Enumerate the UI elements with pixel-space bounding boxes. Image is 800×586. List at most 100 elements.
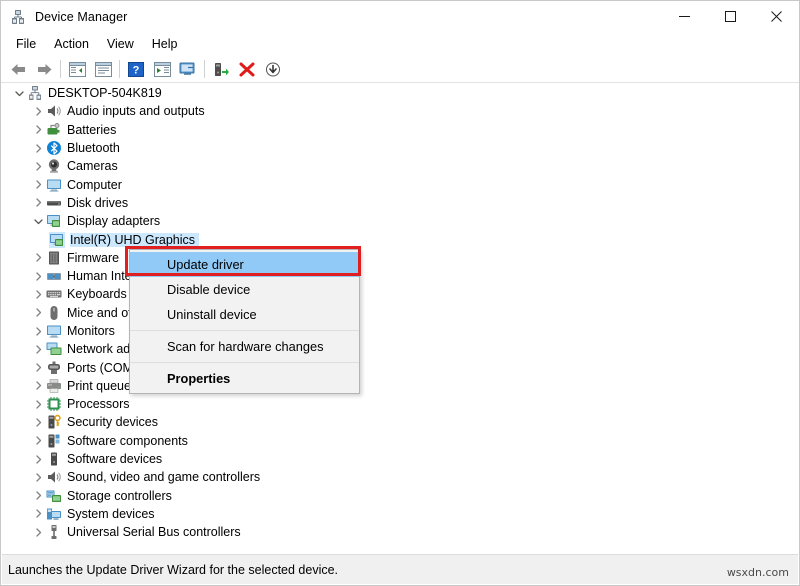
display-adapter-icon	[46, 213, 62, 229]
sidebar-item-print-queues[interactable]: Print queues	[2, 377, 798, 395]
toolbar: ?	[1, 56, 799, 83]
sidebar-item-mice[interactable]: Mice and other pointing devices	[2, 304, 798, 322]
forward-arrow-icon[interactable]	[31, 57, 57, 81]
sidebar-item-firmware[interactable]: Firmware	[2, 249, 798, 267]
chevron-right-icon[interactable]	[30, 323, 46, 339]
chevron-down-icon[interactable]	[11, 85, 27, 101]
chevron-right-icon[interactable]	[30, 469, 46, 485]
chevron-right-icon[interactable]	[30, 433, 46, 449]
tree-label: DESKTOP-504K819	[48, 86, 162, 101]
menu-bar: File Action View Help	[1, 32, 799, 56]
sidebar-item-ports[interactable]: Ports (COM & LPT)	[2, 358, 798, 376]
context-menu-item-update-driver[interactable]: Update driver	[130, 252, 359, 277]
chevron-right-icon[interactable]	[30, 177, 46, 193]
chevron-right-icon[interactable]	[30, 103, 46, 119]
sidebar-item-software-components[interactable]: Software components	[2, 432, 798, 450]
menu-help[interactable]: Help	[143, 34, 187, 54]
disable-device-icon[interactable]	[260, 57, 286, 81]
show-hide-console-tree-icon[interactable]	[64, 57, 90, 81]
sidebar-item-batteries[interactable]: Batteries	[2, 121, 798, 139]
help-icon[interactable]: ?	[123, 57, 149, 81]
sidebar-item-audio[interactable]: Audio inputs and outputs	[2, 102, 798, 120]
tree-label: Universal Serial Bus controllers	[67, 525, 241, 540]
scan-for-hardware-changes-icon[interactable]	[175, 57, 201, 81]
context-menu-item-disable-device[interactable]: Disable device	[130, 277, 359, 302]
sidebar-item-processors[interactable]: Processors	[2, 395, 798, 413]
properties-icon[interactable]	[90, 57, 116, 81]
chevron-right-icon[interactable]	[30, 305, 46, 321]
chevron-down-icon[interactable]	[30, 213, 46, 229]
sidebar-item-display-adapters[interactable]: Display adapters	[2, 212, 798, 230]
sidebar-item-bluetooth[interactable]: Bluetooth	[2, 139, 798, 157]
chevron-right-icon[interactable]	[30, 341, 46, 357]
chevron-right-icon[interactable]	[30, 268, 46, 284]
menu-view[interactable]: View	[98, 34, 143, 54]
tree-label: Cameras	[67, 159, 118, 174]
tree-row-root[interactable]: DESKTOP-504K819	[2, 84, 798, 102]
sidebar-item-keyboards[interactable]: Keyboards	[2, 285, 798, 303]
menu-file[interactable]: File	[7, 34, 45, 54]
chevron-right-icon[interactable]	[30, 524, 46, 540]
display-adapter-icon	[49, 231, 65, 248]
maximize-icon[interactable]	[707, 1, 753, 32]
update-driver-icon[interactable]	[208, 57, 234, 81]
firmware-icon	[46, 250, 62, 266]
software-component-icon	[46, 433, 62, 449]
sidebar-item-cameras[interactable]: Cameras	[2, 157, 798, 175]
device-tree[interactable]: DESKTOP-504K819 Audio inputs and outputs…	[2, 84, 798, 556]
chevron-right-icon[interactable]	[30, 250, 46, 266]
chevron-right-icon[interactable]	[30, 360, 46, 376]
context-menu[interactable]: Update driver Disable device Uninstall d…	[129, 249, 360, 394]
toolbar-separator	[204, 60, 205, 78]
chevron-right-icon[interactable]	[30, 158, 46, 174]
sidebar-item-monitors[interactable]: Monitors	[2, 322, 798, 340]
printer-icon	[46, 378, 62, 394]
chevron-right-icon[interactable]	[30, 122, 46, 138]
chevron-right-icon[interactable]	[30, 414, 46, 430]
uninstall-device-icon[interactable]	[234, 57, 260, 81]
show-hide-action-pane-icon[interactable]	[149, 57, 175, 81]
sidebar-item-disk-drives[interactable]: Disk drives	[2, 194, 798, 212]
chevron-right-icon[interactable]	[30, 195, 46, 211]
sidebar-item-computer[interactable]: Computer	[2, 175, 798, 193]
title-bar: Device Manager	[1, 1, 799, 32]
monitor-icon	[46, 323, 62, 339]
minimize-icon[interactable]	[661, 1, 707, 32]
tree-label: Firmware	[67, 250, 120, 265]
sidebar-item-storage-controllers[interactable]: Storage controllers	[2, 487, 798, 505]
chevron-right-icon[interactable]	[30, 396, 46, 412]
context-menu-item-properties[interactable]: Properties	[130, 366, 359, 391]
toolbar-separator	[60, 60, 61, 78]
processor-icon	[46, 396, 62, 412]
chevron-right-icon[interactable]	[30, 506, 46, 522]
context-menu-item-uninstall-device[interactable]: Uninstall device	[130, 302, 359, 327]
chevron-right-icon[interactable]	[30, 286, 46, 302]
sidebar-item-usb-controllers[interactable]: Universal Serial Bus controllers	[2, 523, 798, 541]
sidebar-item-sound-video-game[interactable]: Sound, video and game controllers	[2, 468, 798, 486]
sidebar-item-network-adapters[interactable]: Network adapters	[2, 340, 798, 358]
sidebar-item-hid[interactable]: Human Interface Devices	[2, 267, 798, 285]
tree-label: Batteries	[67, 122, 117, 137]
toolbar-separator	[119, 60, 120, 78]
close-icon[interactable]	[753, 1, 799, 32]
chevron-right-icon[interactable]	[30, 488, 46, 504]
sidebar-item-system-devices[interactable]: System devices	[2, 505, 798, 523]
context-menu-item-scan-for-hardware-changes[interactable]: Scan for hardware changes	[130, 334, 359, 359]
chevron-right-icon[interactable]	[30, 378, 46, 394]
context-menu-separator	[130, 330, 359, 331]
chevron-right-icon[interactable]	[30, 140, 46, 156]
storage-controller-icon	[46, 488, 62, 504]
svg-text:?: ?	[133, 64, 140, 76]
bluetooth-icon	[46, 140, 62, 156]
sidebar-item-security-devices[interactable]: Security devices	[2, 413, 798, 431]
camera-icon	[46, 158, 62, 174]
sidebar-item-intel-uhd-graphics[interactable]: Intel(R) UHD Graphics	[2, 230, 798, 248]
window-title: Device Manager	[35, 9, 128, 24]
back-arrow-icon[interactable]	[5, 57, 31, 81]
chevron-right-icon[interactable]	[30, 451, 46, 467]
speaker-icon	[46, 469, 62, 485]
sidebar-item-software-devices[interactable]: Software devices	[2, 450, 798, 468]
tree-label: Sound, video and game controllers	[67, 470, 261, 485]
port-icon	[46, 360, 62, 376]
menu-action[interactable]: Action	[45, 34, 98, 54]
